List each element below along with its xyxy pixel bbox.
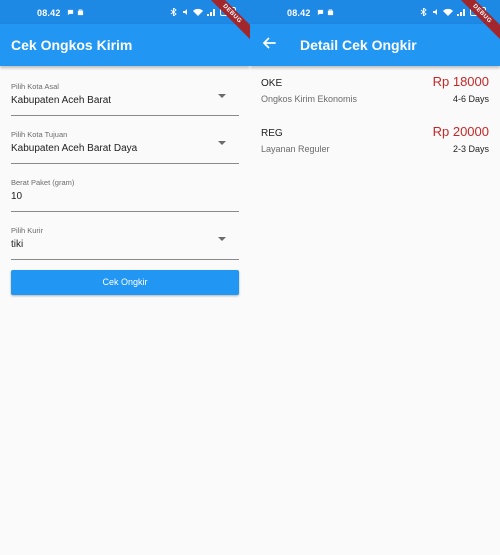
courier-value: tiki: [11, 239, 24, 250]
package-weight-value: 10: [11, 191, 23, 202]
package-weight-label: Berat Paket (gram): [11, 178, 75, 187]
chat-notification-icon: [317, 9, 324, 16]
page-title: Detail Cek Ongkir: [300, 37, 417, 53]
origin-city-dropdown[interactable]: Pilih Kota Asal Kabupaten Aceh Barat: [11, 82, 239, 116]
destination-city-value: Kabupaten Aceh Barat Daya: [11, 143, 138, 154]
silent-icon: [432, 8, 437, 15]
chat-notification-icon: [67, 9, 74, 16]
dropdown-arrow-icon: [218, 94, 226, 98]
service-code: OKE: [261, 78, 283, 89]
back-arrow-icon[interactable]: [261, 35, 277, 51]
dropdown-arrow-icon: [218, 141, 226, 145]
destination-city-label: Pilih Kota Tujuan: [11, 130, 68, 139]
service-description: Ongkos Kirim Ekonomis: [261, 94, 358, 104]
signal-icon: [456, 8, 465, 16]
bag-notification-icon: [327, 9, 334, 16]
service-etd: 2-3 Days: [452, 144, 489, 154]
app-bar: Detail Cek Ongkir: [250, 24, 500, 66]
courier-label: Pilih Kurir: [11, 226, 44, 235]
status-time: 08.42: [287, 8, 311, 18]
service-price: Rp 20000: [432, 124, 489, 139]
dropdown-arrow-icon: [218, 237, 226, 241]
system-icons: 100: [420, 7, 486, 16]
app-bar: Cek Ongkos Kirim: [0, 24, 250, 66]
form-screen: 08.42 100 DEBUG Cek Ongkos Kirim Pilih K…: [0, 0, 250, 555]
package-weight-field[interactable]: Berat Paket (gram) 10: [11, 178, 239, 212]
silent-icon: [182, 8, 187, 15]
detail-screen: 08.42 100 DEBUG Detail Cek Ongkir OKE On…: [250, 0, 500, 555]
battery-icon: 100: [219, 7, 236, 16]
origin-city-value: Kabupaten Aceh Barat: [11, 95, 112, 106]
wifi-icon: [192, 8, 203, 16]
service-etd: 4-6 Days: [452, 94, 489, 104]
bag-notification-icon: [77, 9, 84, 16]
battery-icon: 100: [469, 7, 486, 16]
service-row-reg[interactable]: REG Layanan Reguler Rp 20000 2-3 Days: [261, 124, 489, 168]
destination-city-dropdown[interactable]: Pilih Kota Tujuan Kabupaten Aceh Barat D…: [11, 130, 239, 164]
service-description: Layanan Reguler: [261, 144, 330, 154]
bluetooth-icon: [170, 7, 177, 16]
status-time: 08.42: [37, 8, 61, 18]
page-title: Cek Ongkos Kirim: [11, 37, 133, 53]
origin-city-label: Pilih Kota Asal: [11, 82, 59, 91]
service-row-oke[interactable]: OKE Ongkos Kirim Ekonomis Rp 18000 4-6 D…: [261, 74, 489, 118]
service-price: Rp 18000: [432, 74, 489, 89]
status-bar: 08.42 100: [0, 0, 250, 24]
wifi-icon: [442, 8, 453, 16]
courier-dropdown[interactable]: Pilih Kurir tiki: [11, 226, 239, 260]
status-bar: 08.42 100: [250, 0, 500, 24]
signal-icon: [206, 8, 215, 16]
service-code: REG: [261, 128, 283, 139]
check-shipping-button[interactable]: Cek Ongkir: [11, 270, 239, 295]
system-icons: 100: [170, 7, 236, 16]
bluetooth-icon: [420, 7, 427, 16]
